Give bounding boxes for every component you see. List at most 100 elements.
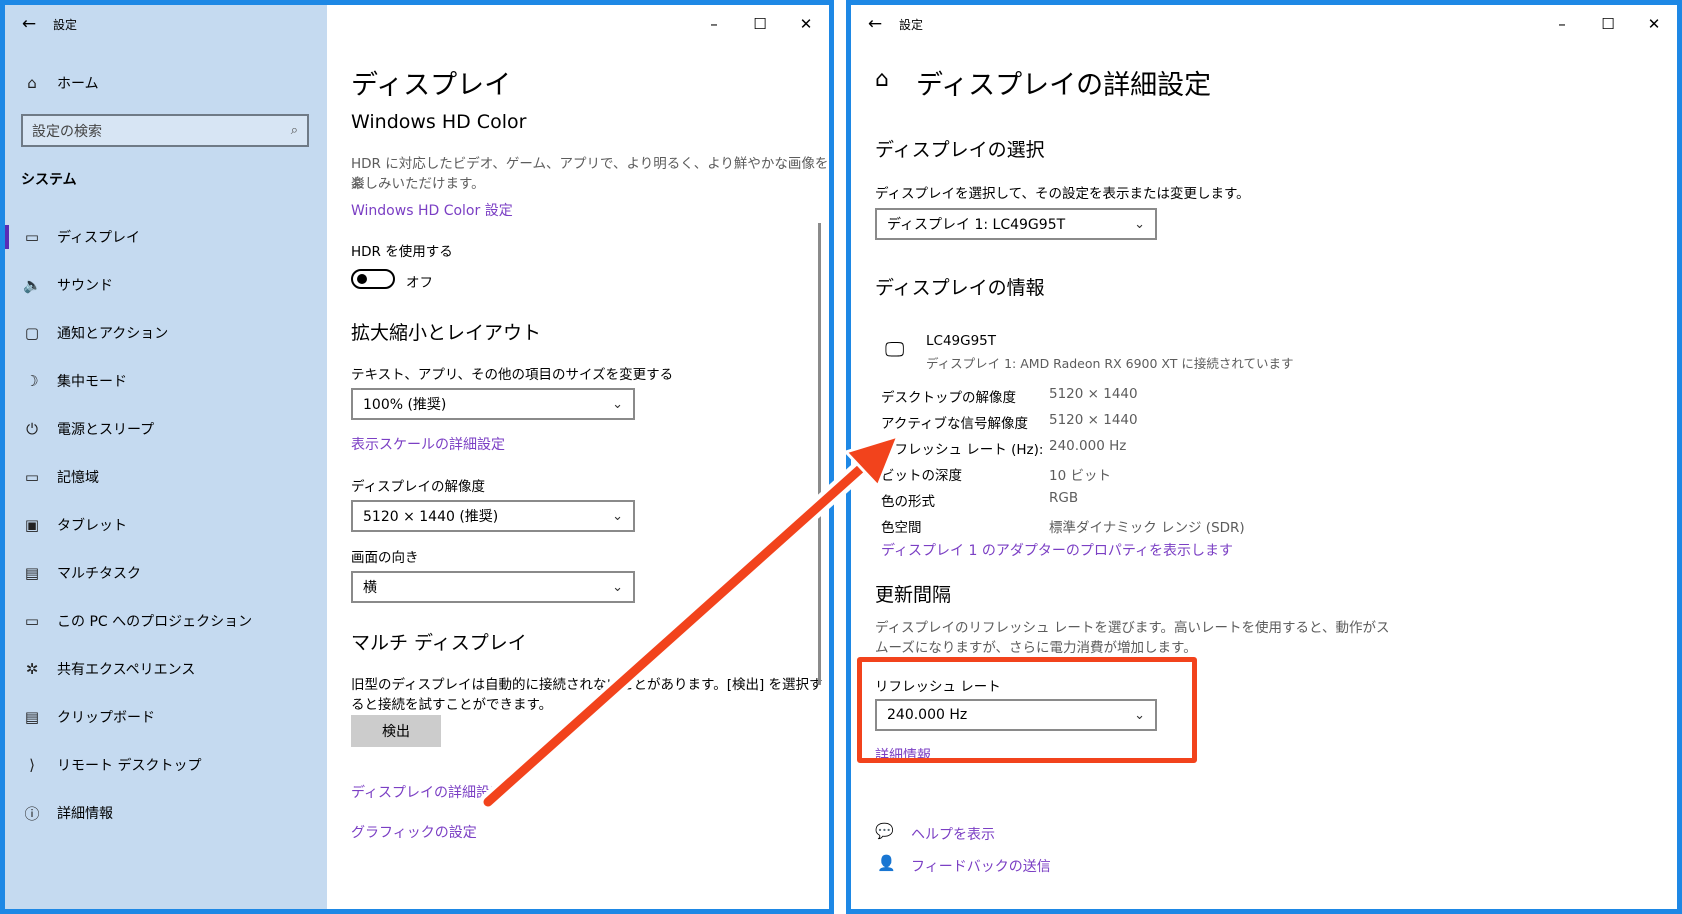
scale-dropdown[interactable]: 100% (推奨) ⌄ xyxy=(351,388,635,420)
storage-icon: ▭ xyxy=(24,468,40,486)
adapter-properties-link[interactable]: ディスプレイ 1 のアダプターのプロパティを表示します xyxy=(881,540,1233,560)
toggle-knob xyxy=(357,274,367,284)
scale-heading: 拡大縮小とレイアウト xyxy=(351,322,542,344)
monitor-name: LC49G95T xyxy=(926,333,997,349)
info-value: RGB xyxy=(1049,490,1079,506)
sidebar-item[interactable]: ▤ クリップボード xyxy=(5,693,327,741)
feedback-icon: 👤 xyxy=(877,854,896,872)
window-title: 設定 xyxy=(899,17,924,32)
feedback-link[interactable]: フィードバックの送信 xyxy=(911,856,1051,876)
select-display-desc: ディスプレイを選択して、その設定を表示または変更します。 xyxy=(875,186,1250,202)
text-size-label: テキスト、アプリ、その他の項目のサイズを変更する xyxy=(351,367,674,383)
info-row: アクティブな信号解像度 5120 × 1440 xyxy=(881,412,1138,432)
close-button[interactable]: ✕ xyxy=(1631,5,1677,43)
info-value: 10 ビット xyxy=(1049,468,1111,484)
sidebar-item-home[interactable]: ⌂ ホーム xyxy=(23,73,98,93)
search-placeholder: 設定の検索 xyxy=(32,123,102,140)
sidebar-item[interactable]: ▣ タブレット xyxy=(5,501,327,549)
select-display-heading: ディスプレイの選択 xyxy=(875,139,1045,161)
hd-color-settings-link[interactable]: Windows HD Color 設定 xyxy=(351,200,513,220)
sidebar-item[interactable]: ▭ ディスプレイ xyxy=(5,213,327,261)
scrollbar[interactable] xyxy=(818,223,821,685)
sidebar-item[interactable]: ✲ 共有エクスペリエンス xyxy=(5,645,327,693)
sidebar-item-label: 電源とスリープ xyxy=(57,422,155,438)
display-info-heading: ディスプレイの情報 xyxy=(875,277,1045,299)
orientation-value: 横 xyxy=(363,580,377,596)
chevron-down-icon: ⌄ xyxy=(612,396,623,412)
chevron-down-icon: ⌄ xyxy=(1134,216,1145,232)
info-key: 色空間 xyxy=(881,520,922,536)
projection-icon: ▭ xyxy=(24,612,40,630)
hdr-toggle[interactable] xyxy=(351,269,395,289)
sidebar-item[interactable]: ▤ マルチタスク xyxy=(5,549,327,597)
title-bar: ← 設定 xyxy=(5,5,327,43)
info-key: 色の形式 xyxy=(881,494,935,510)
section-heading-system: システム xyxy=(21,172,77,188)
sidebar-nav: ▭ ディスプレイ 🔈 サウンド ▢ 通知とアクション ☽ 集中モード ⏻ 電源とスリープ ▭ 記憶域 ▣… xyxy=(5,213,327,837)
multi-desc-1: 旧型のディスプレイは自動的に接続されないことがあります。[検出] を選択す xyxy=(351,677,823,693)
maximize-button[interactable]: ☐ xyxy=(737,5,783,43)
maximize-button[interactable]: ☐ xyxy=(1585,5,1631,43)
info-icon: ⓘ xyxy=(24,804,40,823)
info-row: リフレッシュ レート (Hz): 240.000 Hz xyxy=(881,438,1126,458)
info-key: アクティブな信号解像度 xyxy=(881,416,1029,432)
back-icon[interactable]: ← xyxy=(851,14,899,34)
clipboard-icon: ▤ xyxy=(24,708,40,726)
sidebar-item-label: クリップボード xyxy=(57,710,155,726)
moon-icon: ☽ xyxy=(25,372,39,390)
title-bar: ← 設定 – ☐ ✕ xyxy=(851,5,1677,43)
scale-advanced-link[interactable]: 表示スケールの詳細設定 xyxy=(351,434,505,454)
scale-value: 100% (推奨) xyxy=(363,397,447,413)
help-link[interactable]: ヘルプを表示 xyxy=(911,824,995,844)
orientation-dropdown[interactable]: 横 ⌄ xyxy=(351,571,635,603)
sidebar-item[interactable]: ▢ 通知とアクション xyxy=(5,309,327,357)
info-row: デスクトップの解像度 5120 × 1440 xyxy=(881,386,1138,406)
detect-button[interactable]: 検出 xyxy=(351,715,441,747)
minimize-button[interactable]: – xyxy=(1539,5,1585,43)
sidebar-item-label: この PC へのプロジェクション xyxy=(57,614,253,630)
resolution-dropdown[interactable]: 5120 × 1440 (推奨) ⌄ xyxy=(351,500,635,532)
refresh-desc-1: ディスプレイのリフレッシュ レートを選びます。高いレートを使用すると、動作がス xyxy=(875,620,1390,636)
highlight-box xyxy=(857,657,1197,763)
page-title: ディスプレイの詳細設定 xyxy=(916,70,1212,101)
sidebar-item-label: リモート デスクトップ xyxy=(57,758,202,774)
resolution-value: 5120 × 1440 (推奨) xyxy=(363,509,499,525)
sidebar-item-label: 通知とアクション xyxy=(57,326,169,342)
close-button[interactable]: ✕ xyxy=(783,5,829,43)
info-row: 色の形式 RGB xyxy=(881,490,1078,510)
info-row: 色空間 標準ダイナミック レンジ (SDR) xyxy=(881,516,1245,536)
search-input[interactable]: 設定の検索 ⌕ xyxy=(21,114,309,147)
home-icon[interactable]: ⌂ xyxy=(875,67,889,92)
sidebar-item-label: サウンド xyxy=(57,278,113,294)
sidebar-item[interactable]: ▭ この PC へのプロジェクション xyxy=(5,597,327,645)
sidebar-item-label: 集中モード xyxy=(57,374,127,390)
orientation-label: 画面の向き xyxy=(351,550,419,566)
monitor-connection: ディスプレイ 1: AMD Radeon RX 6900 XT に接続されていま… xyxy=(926,356,1294,371)
sidebar-item[interactable]: ⟩ リモート デスクトップ xyxy=(5,741,327,789)
notification-icon: ▢ xyxy=(24,324,40,342)
sidebar-item-label: 共有エクスペリエンス xyxy=(57,662,196,678)
sidebar-item-label: 記憶域 xyxy=(57,470,99,486)
back-icon[interactable]: ← xyxy=(5,14,53,34)
refresh-desc-2: ムーズになりますが、さらに電力消費が増加します。 xyxy=(875,640,1197,656)
share-icon: ✲ xyxy=(25,660,39,678)
info-value: 標準ダイナミック レンジ (SDR) xyxy=(1049,520,1245,536)
sidebar-item[interactable]: ⓘ 詳細情報 xyxy=(5,789,327,837)
hd-color-heading: Windows HD Color xyxy=(351,111,527,133)
sidebar-item[interactable]: ▭ 記憶域 xyxy=(5,453,327,501)
advanced-display-link[interactable]: ディスプレイの詳細設定 xyxy=(351,782,504,802)
sidebar-item[interactable]: ☽ 集中モード xyxy=(5,357,327,405)
multi-display-heading: マルチ ディスプレイ xyxy=(351,632,527,654)
sidebar-item[interactable]: 🔈 サウンド xyxy=(5,261,327,309)
display-select-dropdown[interactable]: ディスプレイ 1: LC49G95T ⌄ xyxy=(875,208,1157,240)
info-value: 5120 × 1440 xyxy=(1049,412,1138,428)
minimize-button[interactable]: – xyxy=(691,5,737,43)
hdr-state: オフ xyxy=(406,275,433,291)
sidebar-item[interactable]: ⏻ 電源とスリープ xyxy=(5,405,327,453)
graphics-settings-link[interactable]: グラフィックの設定 xyxy=(351,822,477,842)
sidebar-item-label: ディスプレイ xyxy=(57,230,141,246)
settings-window-advanced-display: ← 設定 – ☐ ✕ ⌂ ディスプレイの詳細設定 ディスプレイの選択 ディスプレ… xyxy=(846,0,1682,914)
remote-icon: ⟩ xyxy=(29,756,35,774)
resolution-label: ディスプレイの解像度 xyxy=(351,479,486,495)
sidebar: ← 設定 ⌂ ホーム 設定の検索 ⌕ システム ▭ ディスプレイ 🔈 サウンド ▢ 通知と… xyxy=(5,5,327,909)
